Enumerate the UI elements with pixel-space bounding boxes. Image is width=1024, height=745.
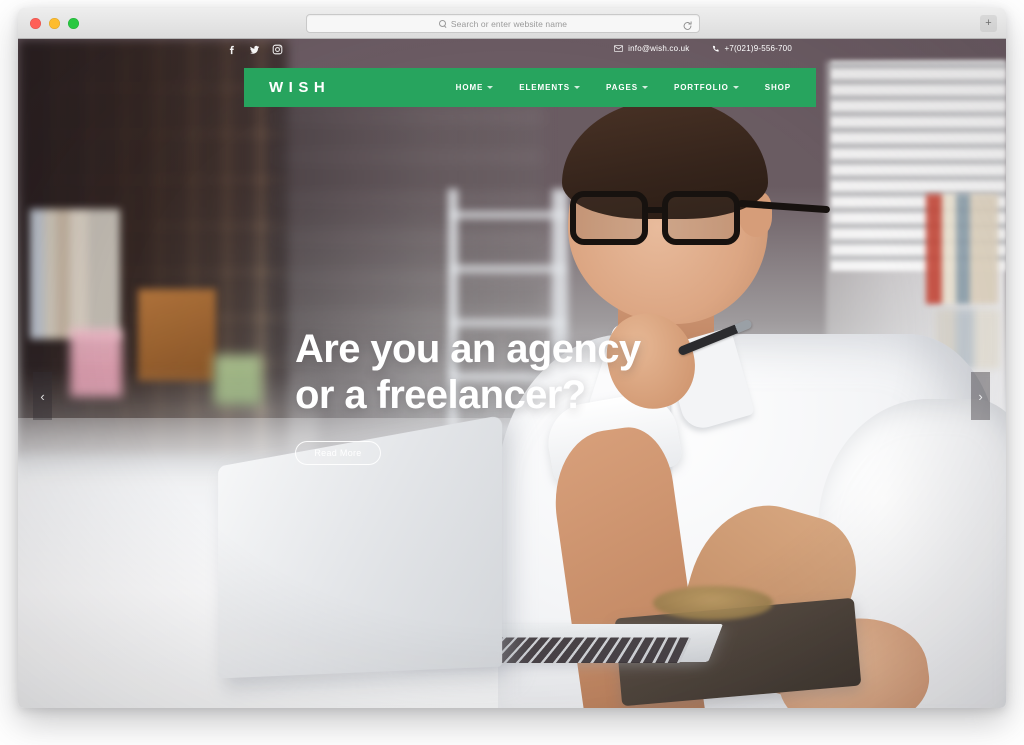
social-links: [226, 44, 283, 55]
menu-item-portfolio-label: PORTFOLIO: [674, 83, 729, 92]
email-text: info@wish.co.uk: [628, 44, 689, 53]
phone-icon: [712, 45, 720, 53]
chevron-down-icon: [733, 86, 739, 89]
page-viewport: info@wish.co.uk +7(021)9-556-700 WISH HO…: [18, 39, 1006, 708]
instagram-icon[interactable]: [272, 44, 283, 55]
menu-item-pages-label: PAGES: [606, 83, 638, 92]
window-traffic-lights: [30, 18, 79, 29]
address-bar[interactable]: Search or enter website name: [306, 14, 700, 33]
facebook-icon[interactable]: [226, 44, 237, 55]
address-bar-content: Search or enter website name: [439, 19, 567, 29]
menu-item-shop[interactable]: SHOP: [765, 83, 791, 92]
search-icon: [439, 20, 447, 28]
menu-item-home-label: HOME: [456, 83, 484, 92]
email-contact[interactable]: info@wish.co.uk: [614, 44, 689, 53]
chevron-down-icon: [487, 86, 493, 89]
hero-headline: Are you an agency or a freelancer?: [295, 326, 755, 419]
browser-window: Search or enter website name + info@wish…: [18, 8, 1006, 708]
chevron-down-icon: [574, 86, 580, 89]
phone-text: +7(021)9-556-700: [725, 44, 792, 53]
browser-titlebar: Search or enter website name +: [18, 8, 1006, 39]
menu-item-shop-label: SHOP: [765, 83, 791, 92]
address-input-placeholder[interactable]: Search or enter website name: [451, 19, 567, 29]
chevron-down-icon: [642, 86, 648, 89]
carousel-next-button[interactable]: ›: [971, 372, 990, 420]
zoom-window-button[interactable]: [68, 18, 79, 29]
menu-item-elements[interactable]: ELEMENTS: [519, 83, 580, 92]
main-menu: HOME ELEMENTS PAGES PORTFOLIO SHOP: [456, 83, 791, 92]
twitter-icon[interactable]: [249, 44, 260, 55]
site-navbar: WISH HOME ELEMENTS PAGES PORTFOLIO SHOP: [244, 68, 816, 107]
contact-info: info@wish.co.uk +7(021)9-556-700: [614, 44, 792, 53]
close-window-button[interactable]: [30, 18, 41, 29]
menu-item-home[interactable]: HOME: [456, 83, 494, 92]
menu-item-elements-label: ELEMENTS: [519, 83, 570, 92]
menu-item-portfolio[interactable]: PORTFOLIO: [674, 83, 739, 92]
site-topbar: info@wish.co.uk +7(021)9-556-700: [18, 39, 1006, 68]
hero-content: Are you an agency or a freelancer? Read …: [295, 326, 755, 465]
new-tab-button[interactable]: +: [980, 15, 997, 32]
minimize-window-button[interactable]: [49, 18, 60, 29]
phone-contact[interactable]: +7(021)9-556-700: [712, 44, 792, 53]
site-logo[interactable]: WISH: [269, 79, 330, 96]
carousel-prev-button[interactable]: ‹: [33, 372, 52, 420]
read-more-button[interactable]: Read More: [295, 441, 381, 465]
reload-icon[interactable]: [682, 18, 693, 29]
envelope-icon: [614, 45, 623, 52]
menu-item-pages[interactable]: PAGES: [606, 83, 648, 92]
